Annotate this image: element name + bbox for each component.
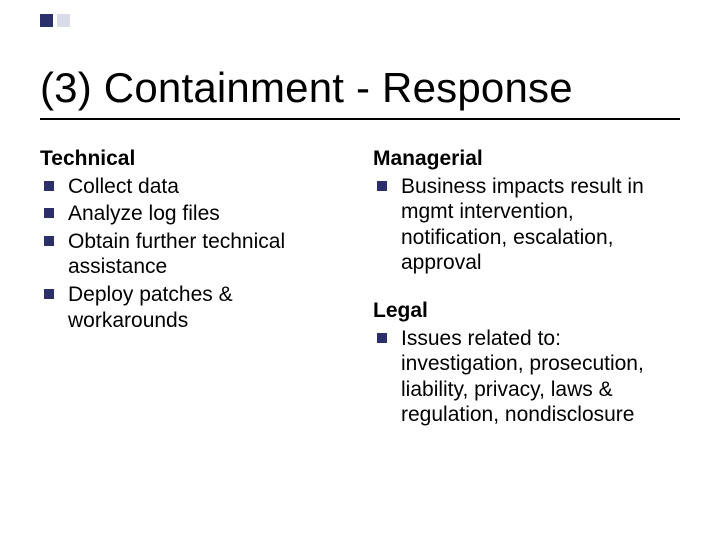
slide-title: (3) Containment - Response xyxy=(40,64,680,112)
list-item: Analyze log files xyxy=(40,201,347,227)
section-heading-technical: Technical xyxy=(40,146,347,172)
managerial-list: Business impacts result in mgmt interven… xyxy=(373,174,680,276)
list-item: Issues related to: investigation, prosec… xyxy=(373,326,680,428)
right-column: Managerial Business impacts result in mg… xyxy=(373,146,680,430)
title-rule xyxy=(40,118,680,120)
corner-decoration xyxy=(40,14,70,27)
list-item: Collect data xyxy=(40,174,347,200)
section-heading-managerial: Managerial xyxy=(373,146,680,172)
list-item: Business impacts result in mgmt interven… xyxy=(373,174,680,276)
legal-list: Issues related to: investigation, prosec… xyxy=(373,326,680,428)
list-item: Obtain further technical assistance xyxy=(40,229,347,280)
decor-square-icon xyxy=(40,14,53,27)
content-columns: Technical Collect data Analyze log files… xyxy=(40,146,680,430)
list-item: Deploy patches & workarounds xyxy=(40,282,347,333)
left-column: Technical Collect data Analyze log files… xyxy=(40,146,347,430)
decor-square-icon xyxy=(57,14,70,27)
slide: (3) Containment - Response Technical Col… xyxy=(0,0,720,540)
technical-list: Collect data Analyze log files Obtain fu… xyxy=(40,174,347,334)
section-heading-legal: Legal xyxy=(373,298,680,324)
